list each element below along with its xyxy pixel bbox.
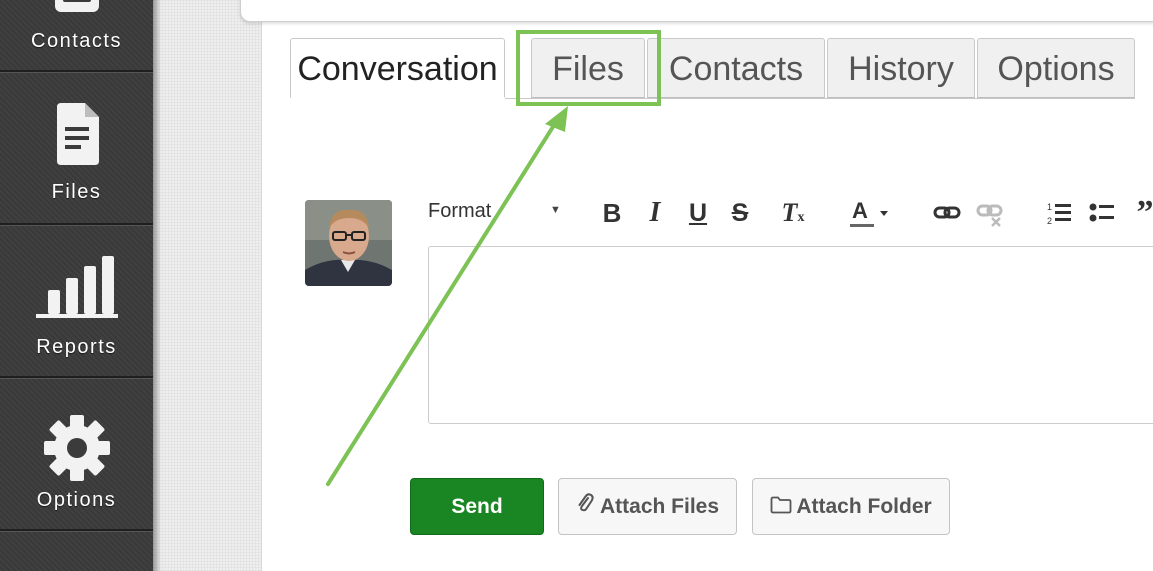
format-dropdown[interactable]: Format [428,200,491,223]
numbered-list-icon[interactable]: 1 2 [1046,198,1074,228]
message-editor[interactable] [428,246,1153,424]
clear-format-icon[interactable]: Tx [778,198,808,228]
contacts-icon [0,0,153,14]
bar-chart-icon [0,256,153,320]
sidebar-item-options[interactable]: Options [0,379,153,529]
attach-files-button[interactable]: Attach Files [558,478,737,535]
gear-icon [0,413,153,483]
attach-folder-button[interactable]: Attach Folder [752,478,950,535]
svg-text:2: 2 [1047,216,1052,226]
sidebar-item-reports[interactable]: Reports [0,226,153,376]
sidebar-shadow [153,0,161,571]
send-button-label: Send [451,495,503,518]
paperclip-icon [576,480,594,535]
chevron-down-icon[interactable]: ▼ [550,204,561,216]
sidebar-item-label: Contacts [31,30,122,52]
tab-options[interactable]: Options [977,38,1135,98]
strikethrough-icon[interactable]: S [728,198,752,228]
sidebar-divider [0,529,153,532]
svg-text:1: 1 [1047,202,1052,212]
bullet-list-icon[interactable] [1088,198,1116,228]
bold-icon[interactable]: B [600,198,624,228]
header-card [240,0,1153,22]
folder-icon [770,480,792,535]
tab-files[interactable]: Files [531,38,645,98]
sidebar-item-files[interactable]: Files [0,73,153,223]
sidebar-item-contacts[interactable]: Contacts [0,0,153,70]
tab-history[interactable]: History [827,38,975,98]
avatar [305,200,392,286]
panel-gutter [153,0,262,571]
file-icon [0,103,153,167]
text-color-icon[interactable]: A [850,198,894,228]
sidebar-item-label: Reports [36,336,117,358]
link-icon[interactable] [932,198,962,228]
sidebar-item-label: Options [36,489,117,511]
attach-files-label: Attach Files [599,495,720,518]
blockquote-icon[interactable]: ” [1130,196,1153,230]
underline-icon[interactable]: U [686,198,710,228]
tab-contacts[interactable]: Contacts [647,38,825,98]
tab-conversation[interactable]: Conversation [290,38,505,98]
attach-folder-label: Attach Folder [796,495,932,518]
svg-text:A: A [852,198,868,223]
unlink-icon[interactable] [976,198,1006,228]
italic-icon[interactable]: I [644,198,666,228]
sidebar: Contacts Files Reports Options [0,0,153,571]
send-button[interactable]: Send [410,478,544,535]
sidebar-item-label: Files [51,181,102,203]
